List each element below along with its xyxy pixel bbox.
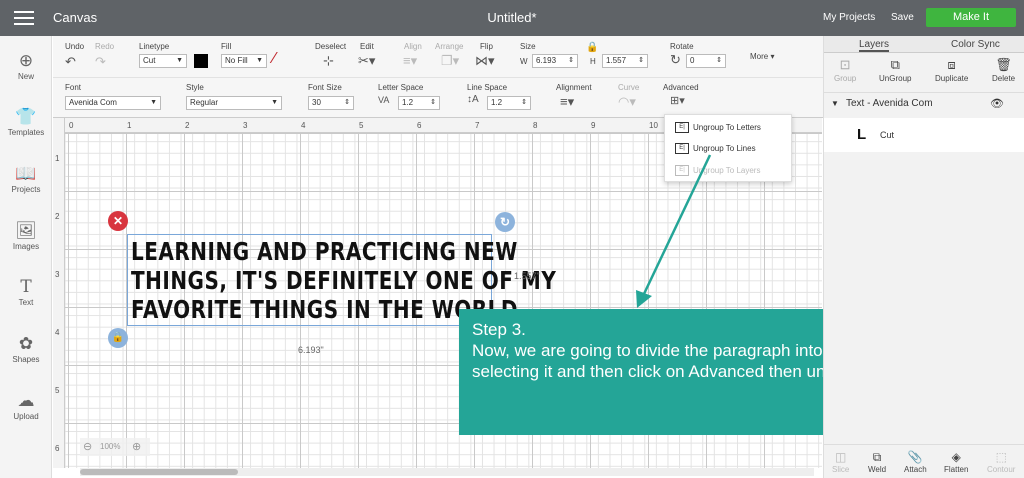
tab-layers[interactable]: Layers — [859, 39, 890, 52]
layer-bottom-tools: ◫ Slice ⧉ Weld 📎 Attach ◈ Flatten ⬚ Contour — [824, 444, 1024, 478]
flatten-icon: ◈ — [951, 450, 961, 464]
group-icon: ⊡ — [839, 57, 851, 72]
slice-icon: ◫ — [835, 450, 847, 464]
layer-tools: ⊡ Group ⧉ UnGroup ⧈ Duplicate 🗑 Delete — [824, 53, 1024, 93]
slice-button[interactable]: ◫ Slice — [832, 450, 849, 474]
flatten-button[interactable]: ◈ Flatten — [944, 450, 968, 474]
group-button[interactable]: ⊡ Group — [834, 57, 856, 83]
layer-item-name: Cut — [880, 130, 895, 140]
ungroup-button[interactable]: ⧉ UnGroup — [879, 57, 911, 83]
layer-thumbnail-icon: L — [857, 126, 867, 143]
delete-button[interactable]: 🗑 Delete — [992, 57, 1015, 83]
eye-visibility-icon[interactable]: 👁 — [990, 97, 1004, 110]
trash-icon: 🗑 — [995, 57, 1012, 72]
layer-group-row[interactable]: ▼ Text - Avenida Com 👁 — [824, 94, 1024, 116]
paperclip-icon: 📎 — [907, 450, 923, 464]
ungroup-icon: ⧉ — [890, 57, 900, 72]
contour-icon: ⬚ — [995, 450, 1007, 464]
contour-button[interactable]: ⬚ Contour — [987, 450, 1015, 474]
panel-tabs: Layers Color Sync — [824, 36, 1024, 53]
duplicate-icon: ⧈ — [947, 57, 956, 72]
layers-panel: Layers Color Sync ⊡ Group ⧉ UnGroup ⧈ Dupli… — [823, 36, 1024, 478]
collapse-arrow-icon[interactable]: ▼ — [831, 99, 839, 108]
weld-button[interactable]: ⧉ Weld — [868, 450, 886, 474]
attach-button[interactable]: 📎 Attach — [904, 450, 927, 474]
weld-icon: ⧉ — [872, 450, 882, 464]
layer-group-name: Text - Avenida Com — [846, 98, 933, 109]
duplicate-button[interactable]: ⧈ Duplicate — [935, 57, 968, 83]
layer-item-row[interactable]: L Cut — [824, 118, 1024, 152]
tab-color-sync[interactable]: Color Sync — [951, 39, 1000, 50]
